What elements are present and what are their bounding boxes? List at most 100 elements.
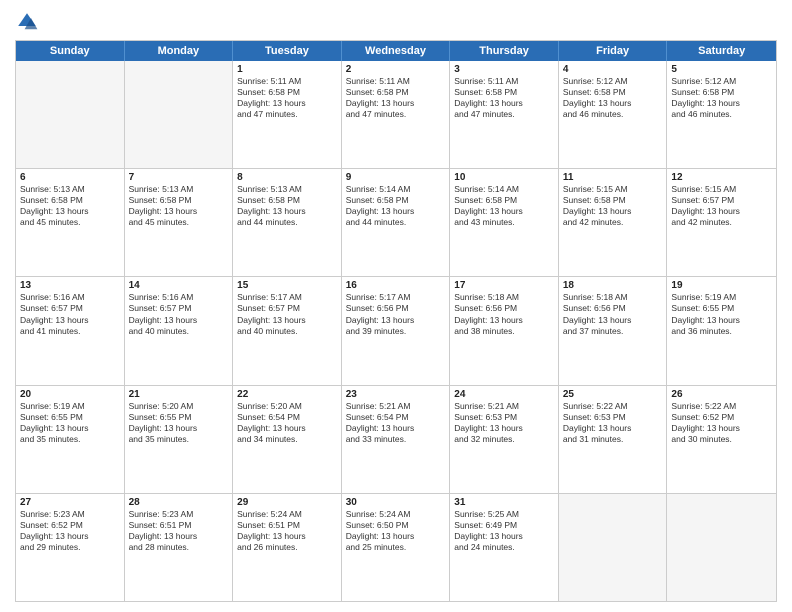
week-row-4: 20Sunrise: 5:19 AMSunset: 6:55 PMDayligh… bbox=[16, 386, 776, 494]
cell-line: Sunset: 6:53 PM bbox=[563, 412, 663, 423]
week-row-1: 1Sunrise: 5:11 AMSunset: 6:58 PMDaylight… bbox=[16, 61, 776, 169]
day-number: 18 bbox=[563, 280, 663, 291]
cell-line: Sunrise: 5:23 AM bbox=[129, 509, 229, 520]
cal-cell: 19Sunrise: 5:19 AMSunset: 6:55 PMDayligh… bbox=[667, 277, 776, 384]
cell-line: Sunrise: 5:16 AM bbox=[129, 292, 229, 303]
cal-cell: 16Sunrise: 5:17 AMSunset: 6:56 PMDayligh… bbox=[342, 277, 451, 384]
cell-line: Daylight: 13 hours bbox=[563, 315, 663, 326]
cal-cell: 22Sunrise: 5:20 AMSunset: 6:54 PMDayligh… bbox=[233, 386, 342, 493]
cell-line: and 36 minutes. bbox=[671, 326, 772, 337]
cell-line: Sunrise: 5:12 AM bbox=[563, 76, 663, 87]
cell-line: Sunrise: 5:21 AM bbox=[454, 401, 554, 412]
cell-line: and 47 minutes. bbox=[346, 109, 446, 120]
cell-line: and 28 minutes. bbox=[129, 542, 229, 553]
cal-cell: 10Sunrise: 5:14 AMSunset: 6:58 PMDayligh… bbox=[450, 169, 559, 276]
cell-line: Sunset: 6:50 PM bbox=[346, 520, 446, 531]
header-day-thursday: Thursday bbox=[450, 41, 559, 61]
cell-line: Daylight: 13 hours bbox=[129, 423, 229, 434]
cell-line: and 38 minutes. bbox=[454, 326, 554, 337]
week-row-2: 6Sunrise: 5:13 AMSunset: 6:58 PMDaylight… bbox=[16, 169, 776, 277]
cal-cell: 2Sunrise: 5:11 AMSunset: 6:58 PMDaylight… bbox=[342, 61, 451, 168]
cell-line: Sunset: 6:53 PM bbox=[454, 412, 554, 423]
cell-line: Daylight: 13 hours bbox=[346, 98, 446, 109]
day-number: 26 bbox=[671, 389, 772, 400]
cell-line: Sunrise: 5:14 AM bbox=[454, 184, 554, 195]
cell-line: and 44 minutes. bbox=[237, 217, 337, 228]
cell-line: and 35 minutes. bbox=[20, 434, 120, 445]
cell-line: Sunrise: 5:15 AM bbox=[563, 184, 663, 195]
cell-line: Daylight: 13 hours bbox=[454, 531, 554, 542]
cell-line: Sunrise: 5:13 AM bbox=[129, 184, 229, 195]
cell-line: Sunrise: 5:25 AM bbox=[454, 509, 554, 520]
day-number: 21 bbox=[129, 389, 229, 400]
day-number: 19 bbox=[671, 280, 772, 291]
day-number: 20 bbox=[20, 389, 120, 400]
day-number: 12 bbox=[671, 172, 772, 183]
cell-line: Sunset: 6:55 PM bbox=[671, 303, 772, 314]
cell-line: Sunset: 6:58 PM bbox=[129, 195, 229, 206]
page: SundayMondayTuesdayWednesdayThursdayFrid… bbox=[0, 0, 792, 612]
cell-line: Sunrise: 5:15 AM bbox=[671, 184, 772, 195]
cell-line: Daylight: 13 hours bbox=[346, 531, 446, 542]
cal-cell: 23Sunrise: 5:21 AMSunset: 6:54 PMDayligh… bbox=[342, 386, 451, 493]
cell-line: Daylight: 13 hours bbox=[671, 423, 772, 434]
cell-line: Daylight: 13 hours bbox=[237, 98, 337, 109]
cell-line: Daylight: 13 hours bbox=[346, 315, 446, 326]
cal-cell: 12Sunrise: 5:15 AMSunset: 6:57 PMDayligh… bbox=[667, 169, 776, 276]
cal-cell: 27Sunrise: 5:23 AMSunset: 6:52 PMDayligh… bbox=[16, 494, 125, 601]
cell-line: Daylight: 13 hours bbox=[20, 315, 120, 326]
cell-line: Daylight: 13 hours bbox=[237, 423, 337, 434]
cell-line: Daylight: 13 hours bbox=[346, 206, 446, 217]
cell-line: Sunrise: 5:24 AM bbox=[346, 509, 446, 520]
cell-line: Sunrise: 5:23 AM bbox=[20, 509, 120, 520]
cal-cell: 24Sunrise: 5:21 AMSunset: 6:53 PMDayligh… bbox=[450, 386, 559, 493]
cell-line: and 42 minutes. bbox=[563, 217, 663, 228]
day-number: 2 bbox=[346, 64, 446, 75]
cell-line: Sunset: 6:49 PM bbox=[454, 520, 554, 531]
cal-cell bbox=[667, 494, 776, 601]
cell-line: and 29 minutes. bbox=[20, 542, 120, 553]
logo-icon bbox=[15, 10, 39, 34]
cell-line: and 30 minutes. bbox=[671, 434, 772, 445]
day-number: 5 bbox=[671, 64, 772, 75]
cell-line: Sunset: 6:58 PM bbox=[346, 195, 446, 206]
cell-line: Sunrise: 5:17 AM bbox=[346, 292, 446, 303]
cell-line: Daylight: 13 hours bbox=[237, 315, 337, 326]
cell-line: and 43 minutes. bbox=[454, 217, 554, 228]
logo bbox=[15, 10, 43, 34]
cell-line: and 34 minutes. bbox=[237, 434, 337, 445]
cell-line: Daylight: 13 hours bbox=[129, 206, 229, 217]
cell-line: Sunset: 6:57 PM bbox=[20, 303, 120, 314]
cell-line: Sunset: 6:58 PM bbox=[237, 195, 337, 206]
cell-line: Sunrise: 5:13 AM bbox=[20, 184, 120, 195]
cell-line: Sunrise: 5:11 AM bbox=[237, 76, 337, 87]
cell-line: and 45 minutes. bbox=[20, 217, 120, 228]
cell-line: and 46 minutes. bbox=[671, 109, 772, 120]
header-day-monday: Monday bbox=[125, 41, 234, 61]
cell-line: Sunset: 6:55 PM bbox=[20, 412, 120, 423]
day-number: 15 bbox=[237, 280, 337, 291]
day-number: 8 bbox=[237, 172, 337, 183]
cell-line: Sunrise: 5:11 AM bbox=[454, 76, 554, 87]
calendar: SundayMondayTuesdayWednesdayThursdayFrid… bbox=[15, 40, 777, 602]
cell-line: Sunrise: 5:21 AM bbox=[346, 401, 446, 412]
cell-line: Sunset: 6:58 PM bbox=[454, 87, 554, 98]
cell-line: Sunset: 6:52 PM bbox=[20, 520, 120, 531]
header-day-tuesday: Tuesday bbox=[233, 41, 342, 61]
cell-line: Daylight: 13 hours bbox=[20, 206, 120, 217]
cell-line: Daylight: 13 hours bbox=[454, 423, 554, 434]
cal-cell: 7Sunrise: 5:13 AMSunset: 6:58 PMDaylight… bbox=[125, 169, 234, 276]
cal-cell: 28Sunrise: 5:23 AMSunset: 6:51 PMDayligh… bbox=[125, 494, 234, 601]
cell-line: and 47 minutes. bbox=[454, 109, 554, 120]
cal-cell: 29Sunrise: 5:24 AMSunset: 6:51 PMDayligh… bbox=[233, 494, 342, 601]
cal-cell: 6Sunrise: 5:13 AMSunset: 6:58 PMDaylight… bbox=[16, 169, 125, 276]
day-number: 11 bbox=[563, 172, 663, 183]
cell-line: and 31 minutes. bbox=[563, 434, 663, 445]
day-number: 6 bbox=[20, 172, 120, 183]
cell-line: Daylight: 13 hours bbox=[563, 206, 663, 217]
day-number: 23 bbox=[346, 389, 446, 400]
cell-line: Daylight: 13 hours bbox=[563, 423, 663, 434]
cell-line: Daylight: 13 hours bbox=[129, 531, 229, 542]
cell-line: Sunset: 6:57 PM bbox=[237, 303, 337, 314]
cal-cell bbox=[559, 494, 668, 601]
